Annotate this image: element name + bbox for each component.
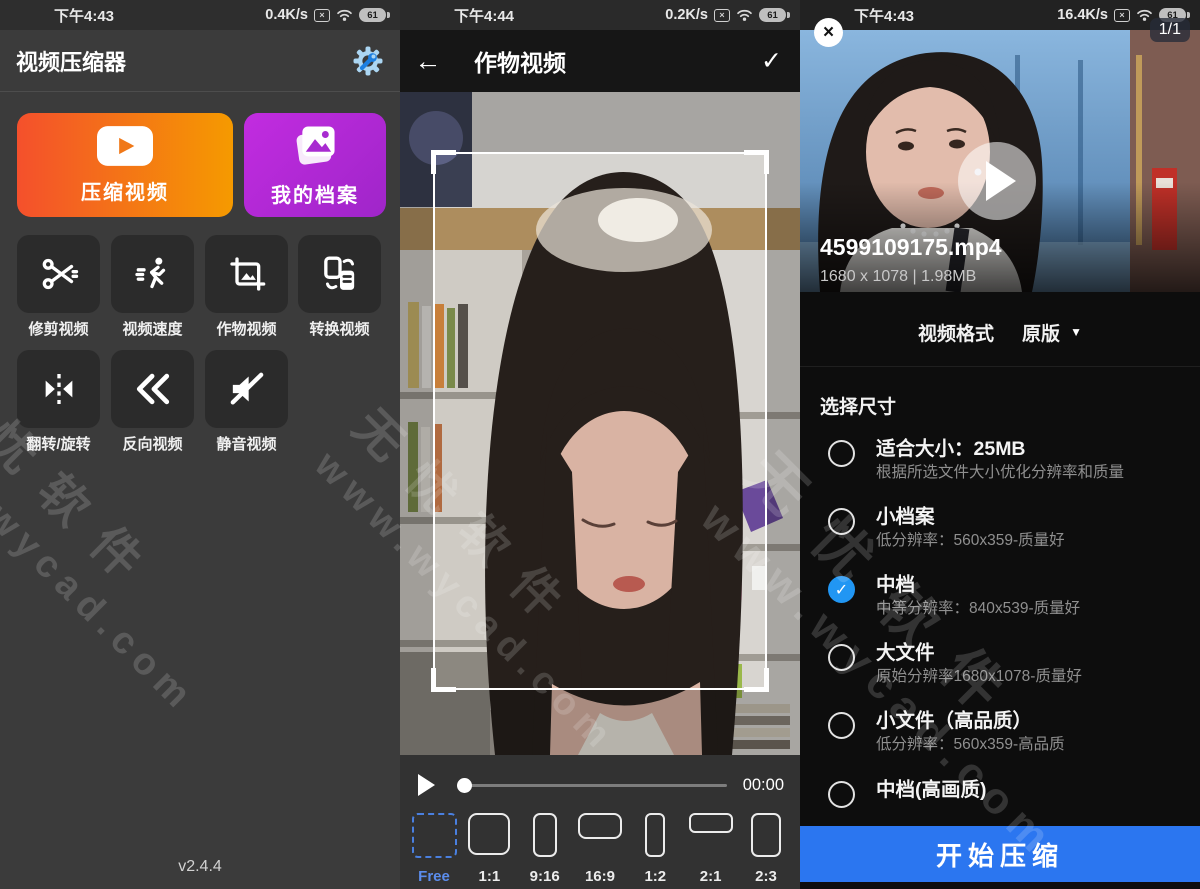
compress-video-label: 压缩视频: [81, 176, 169, 205]
option-large-file[interactable]: ✓ 大文件 原始分辨率1680x1078-质量好: [800, 636, 1200, 700]
aspect-ratio-row: Free 1:1 9:16 16:9 1:2: [400, 813, 800, 887]
crop-header: ← 作物视频 ✓: [400, 30, 800, 92]
crop-frame[interactable]: [433, 152, 767, 690]
page-indicator-badge: 1/1: [1150, 18, 1190, 42]
ratio-9-16[interactable]: 9:16: [519, 813, 571, 887]
start-compress-button[interactable]: 开始压缩: [800, 826, 1200, 882]
file-name: 4599109175.mp4: [820, 234, 1002, 261]
tool-mute-video[interactable]: [205, 350, 288, 428]
flip-icon: [39, 369, 79, 409]
app-title: 视频压缩器: [16, 45, 126, 77]
network-speed: 0.2K/s: [665, 7, 708, 23]
statusbar-home: 下午4:43 0.4K/s × 61: [0, 0, 400, 30]
radio-fit-size[interactable]: ✓: [828, 440, 855, 467]
wifi-icon: [736, 8, 753, 22]
crop-image-icon: [227, 254, 267, 294]
format-dropdown[interactable]: 原版 ▼: [1022, 319, 1082, 346]
tool-flip-rotate-label: 翻转/旋转: [11, 433, 106, 454]
thumbnail-play-button[interactable]: [958, 142, 1036, 220]
chevron-down-icon: ▼: [1070, 325, 1082, 339]
tool-video-speed[interactable]: [111, 235, 194, 313]
panel-home: 下午4:43 0.4K/s × 61 视频压缩器: [0, 0, 400, 889]
seek-slider[interactable]: [459, 784, 727, 787]
file-meta: 1680 x 1078 | 1.98MB: [820, 268, 976, 286]
wifi-icon: [336, 8, 353, 22]
tool-flip-rotate[interactable]: [17, 350, 100, 428]
tool-reverse-video[interactable]: [111, 350, 194, 428]
home-header: 视频压缩器: [0, 30, 400, 92]
status-time: 下午4:43: [854, 5, 914, 26]
tool-reverse-video-label: 反向视频: [105, 433, 200, 454]
radio-small-hq[interactable]: ✓: [828, 712, 855, 739]
runner-icon: [133, 254, 173, 294]
statusbar-compress: 下午4:43 16.4K/s × 61: [800, 0, 1200, 30]
option-fit-size[interactable]: ✓ 适合大小：25MB 根据所选文件大小优化分辨率和质量: [800, 432, 1200, 496]
format-label: 视频格式: [918, 319, 994, 346]
network-speed: 0.4K/s: [265, 7, 308, 23]
tool-trim-video-label: 修剪视频: [11, 318, 106, 339]
current-time: 00:00: [743, 776, 784, 795]
video-thumbnail: 4599109175.mp4 1680 x 1078 | 1.98MB: [800, 30, 1200, 292]
mute-speaker-icon: [227, 369, 267, 409]
compress-video-button[interactable]: 压缩视频: [17, 113, 233, 217]
panel-compress: 下午4:43 16.4K/s × 61: [800, 0, 1200, 889]
statusbar-crop: 下午4:44 0.2K/s × 61: [400, 0, 800, 30]
ratio-2-3[interactable]: 2:3: [740, 813, 792, 887]
sim-disabled-icon: ×: [1114, 9, 1130, 22]
option-small-archive[interactable]: ✓ 小档案 低分辨率：560x359-质量好: [800, 500, 1200, 564]
close-icon[interactable]: ×: [814, 18, 843, 47]
tool-convert-video[interactable]: [298, 235, 381, 313]
battery-indicator: 61: [359, 8, 386, 22]
option-small-hq[interactable]: ✓ 小文件（高品质） 低分辨率：560x359-高品质: [800, 704, 1200, 768]
crop-bottom-bar: 00:00 Free 1:1 9:16 16:9: [400, 755, 800, 889]
back-arrow-icon[interactable]: ←: [400, 46, 456, 77]
crop-video-preview: [400, 92, 800, 755]
sim-disabled-icon: ×: [714, 9, 730, 22]
network-speed: 16.4K/s: [1057, 7, 1108, 23]
tool-crop-video-label: 作物视频: [199, 318, 294, 339]
ratio-1-1[interactable]: 1:1: [463, 813, 515, 887]
photos-stack-icon: [290, 123, 340, 169]
divider: [800, 366, 1200, 367]
tool-mute-video-label: 静音视频: [199, 433, 294, 454]
play-button[interactable]: [418, 774, 435, 796]
option-medium[interactable]: ✓ 中档 中等分辨率：840x539-质量好: [800, 568, 1200, 632]
settings-gear-wrench-icon[interactable]: [352, 45, 384, 77]
video-format-row: 视频格式 原版 ▼: [800, 316, 1200, 348]
app-version: v2.4.4: [0, 858, 400, 876]
seek-thumb[interactable]: [457, 778, 472, 793]
crop-page-title: 作物视频: [474, 44, 566, 78]
ratio-16-9[interactable]: 16:9: [574, 813, 626, 887]
tool-convert-video-label: 转换视频: [292, 318, 387, 339]
status-time: 下午4:44: [454, 5, 514, 26]
confirm-check-icon[interactable]: ✓: [761, 46, 782, 76]
screen: 下午4:43 0.4K/s × 61 视频压缩器: [0, 0, 1200, 889]
battery-indicator: 61: [759, 8, 786, 22]
ratio-1-2[interactable]: 1:2: [629, 813, 681, 887]
my-archive-button[interactable]: 我的档案: [244, 113, 386, 217]
my-archive-label: 我的档案: [271, 179, 359, 208]
select-size-header: 选择尺寸: [820, 392, 896, 419]
radio-medium[interactable]: ✓: [828, 576, 855, 603]
sim-disabled-icon: ×: [314, 9, 330, 22]
tool-trim-video[interactable]: [17, 235, 100, 313]
reverse-chevrons-icon: [131, 367, 175, 411]
ratio-2-1[interactable]: 2:1: [685, 813, 737, 887]
radio-small-archive[interactable]: ✓: [828, 508, 855, 535]
panel-crop: 下午4:44 0.2K/s × 61 ← 作物视频 ✓: [400, 0, 800, 889]
status-time: 下午4:43: [54, 5, 114, 26]
radio-large-file[interactable]: ✓: [828, 644, 855, 671]
ratio-free[interactable]: Free: [408, 813, 460, 887]
tool-video-speed-label: 视频速度: [105, 318, 200, 339]
youtube-play-icon: [97, 126, 153, 166]
scissors-icon: [39, 254, 79, 294]
radio-medium-hq[interactable]: ✓: [828, 781, 855, 808]
convert-file-icon: [320, 254, 360, 294]
tool-crop-video[interactable]: [205, 235, 288, 313]
